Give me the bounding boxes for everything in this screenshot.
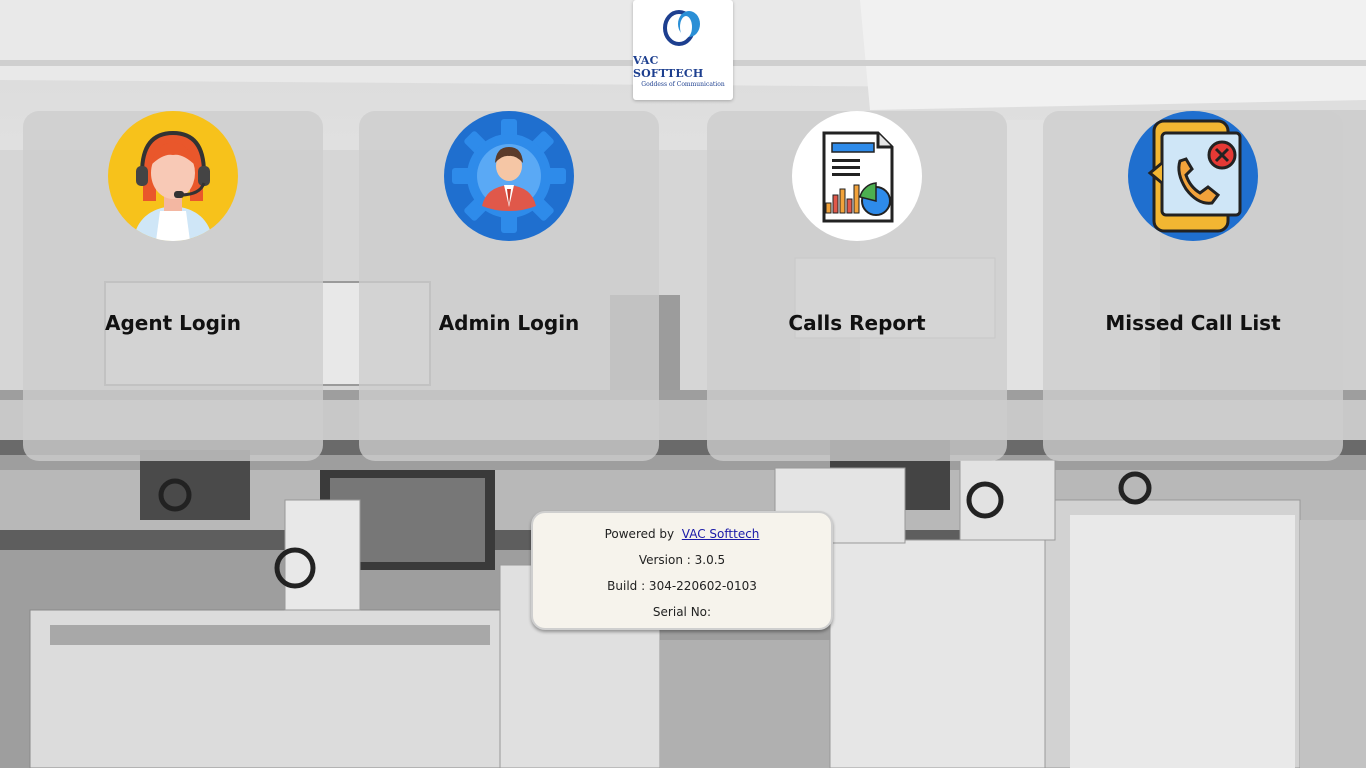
admin-login-label: Admin Login bbox=[438, 311, 580, 335]
company-logo: VAC SOFTTECH Goddess of Communication bbox=[633, 0, 733, 100]
version-info-panel: Powered by VAC Softtech Version : 3.0.5 … bbox=[531, 511, 833, 630]
logo-title: VAC SOFTTECH bbox=[633, 54, 704, 80]
powered-by-row: Powered by VAC Softtech bbox=[533, 526, 831, 552]
build-text: Build : 304-220602-0103 bbox=[607, 579, 757, 593]
powered-by-label: Powered by bbox=[604, 527, 675, 541]
missed-call-list-label: Missed Call List bbox=[1105, 311, 1281, 335]
serial-text: Serial No: bbox=[652, 605, 712, 619]
agent-login-card[interactable]: Agent Login bbox=[23, 111, 323, 461]
missed-call-icon bbox=[1128, 111, 1258, 241]
version-text: Version : 3.0.5 bbox=[638, 553, 726, 567]
calls-report-card[interactable]: Calls Report bbox=[707, 111, 1007, 461]
vac-softtech-link[interactable]: VAC Softtech bbox=[682, 527, 760, 541]
call-center-agent-icon bbox=[108, 111, 238, 241]
admin-login-card[interactable]: Admin Login bbox=[359, 111, 659, 461]
missed-call-list-card[interactable]: Missed Call List bbox=[1043, 111, 1343, 461]
report-document-icon bbox=[792, 111, 922, 241]
admin-gear-icon bbox=[444, 111, 574, 241]
agent-login-label: Agent Login bbox=[104, 311, 241, 335]
logo-emblem-icon bbox=[663, 10, 700, 46]
calls-report-label: Calls Report bbox=[788, 311, 926, 335]
logo-tagline: Goddess of Communication bbox=[641, 81, 725, 88]
